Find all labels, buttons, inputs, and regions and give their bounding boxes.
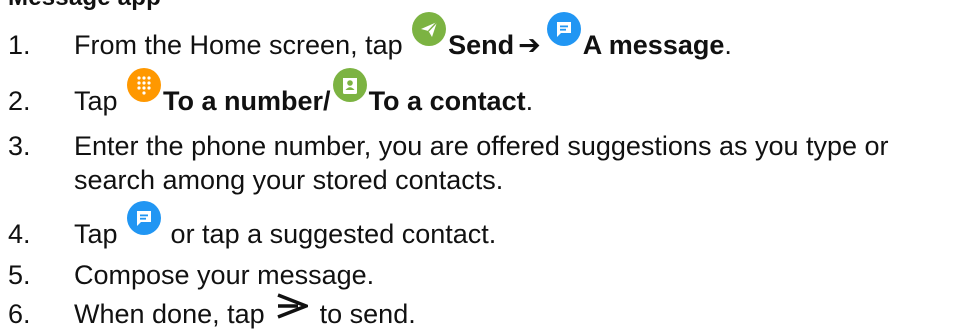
step-end: .: [525, 86, 534, 116]
step-text-line-1: Enter the phone number, you are offered …: [74, 131, 889, 161]
contact-label: To a contact: [368, 86, 526, 116]
contact-icon: [332, 68, 367, 102]
step-number: 2.: [8, 86, 31, 116]
step-number: 5.: [8, 260, 31, 290]
step-text-post: to send.: [312, 299, 416, 329]
step-text: Compose your message.: [74, 260, 375, 290]
message-label: A message: [582, 30, 725, 60]
send-icon: [412, 12, 447, 46]
step-text-line-2: search among your stored contacts.: [74, 165, 504, 195]
message-icon: [546, 12, 581, 46]
step-number: 6.: [8, 299, 31, 329]
step-end: .: [724, 30, 732, 60]
step-text: From the Home screen, tap: [74, 30, 411, 60]
step-text: Tap: [74, 219, 126, 249]
number-label: To a number/: [163, 86, 331, 116]
step-number: 3.: [8, 131, 31, 161]
step-text: Tap: [74, 86, 126, 116]
send-arrow-icon: [276, 293, 311, 327]
dialpad-icon: [127, 68, 162, 102]
step-text-post: or tap a suggested contact.: [163, 219, 497, 249]
step-text: When done, tap: [74, 299, 273, 329]
message-icon: [127, 201, 162, 235]
send-label: Send: [448, 30, 515, 60]
section-heading: Message app: [8, 0, 161, 12]
step-number: 4.: [8, 219, 31, 249]
step-number: 1.: [8, 30, 31, 60]
right-arrow-icon: ➔: [518, 30, 541, 60]
